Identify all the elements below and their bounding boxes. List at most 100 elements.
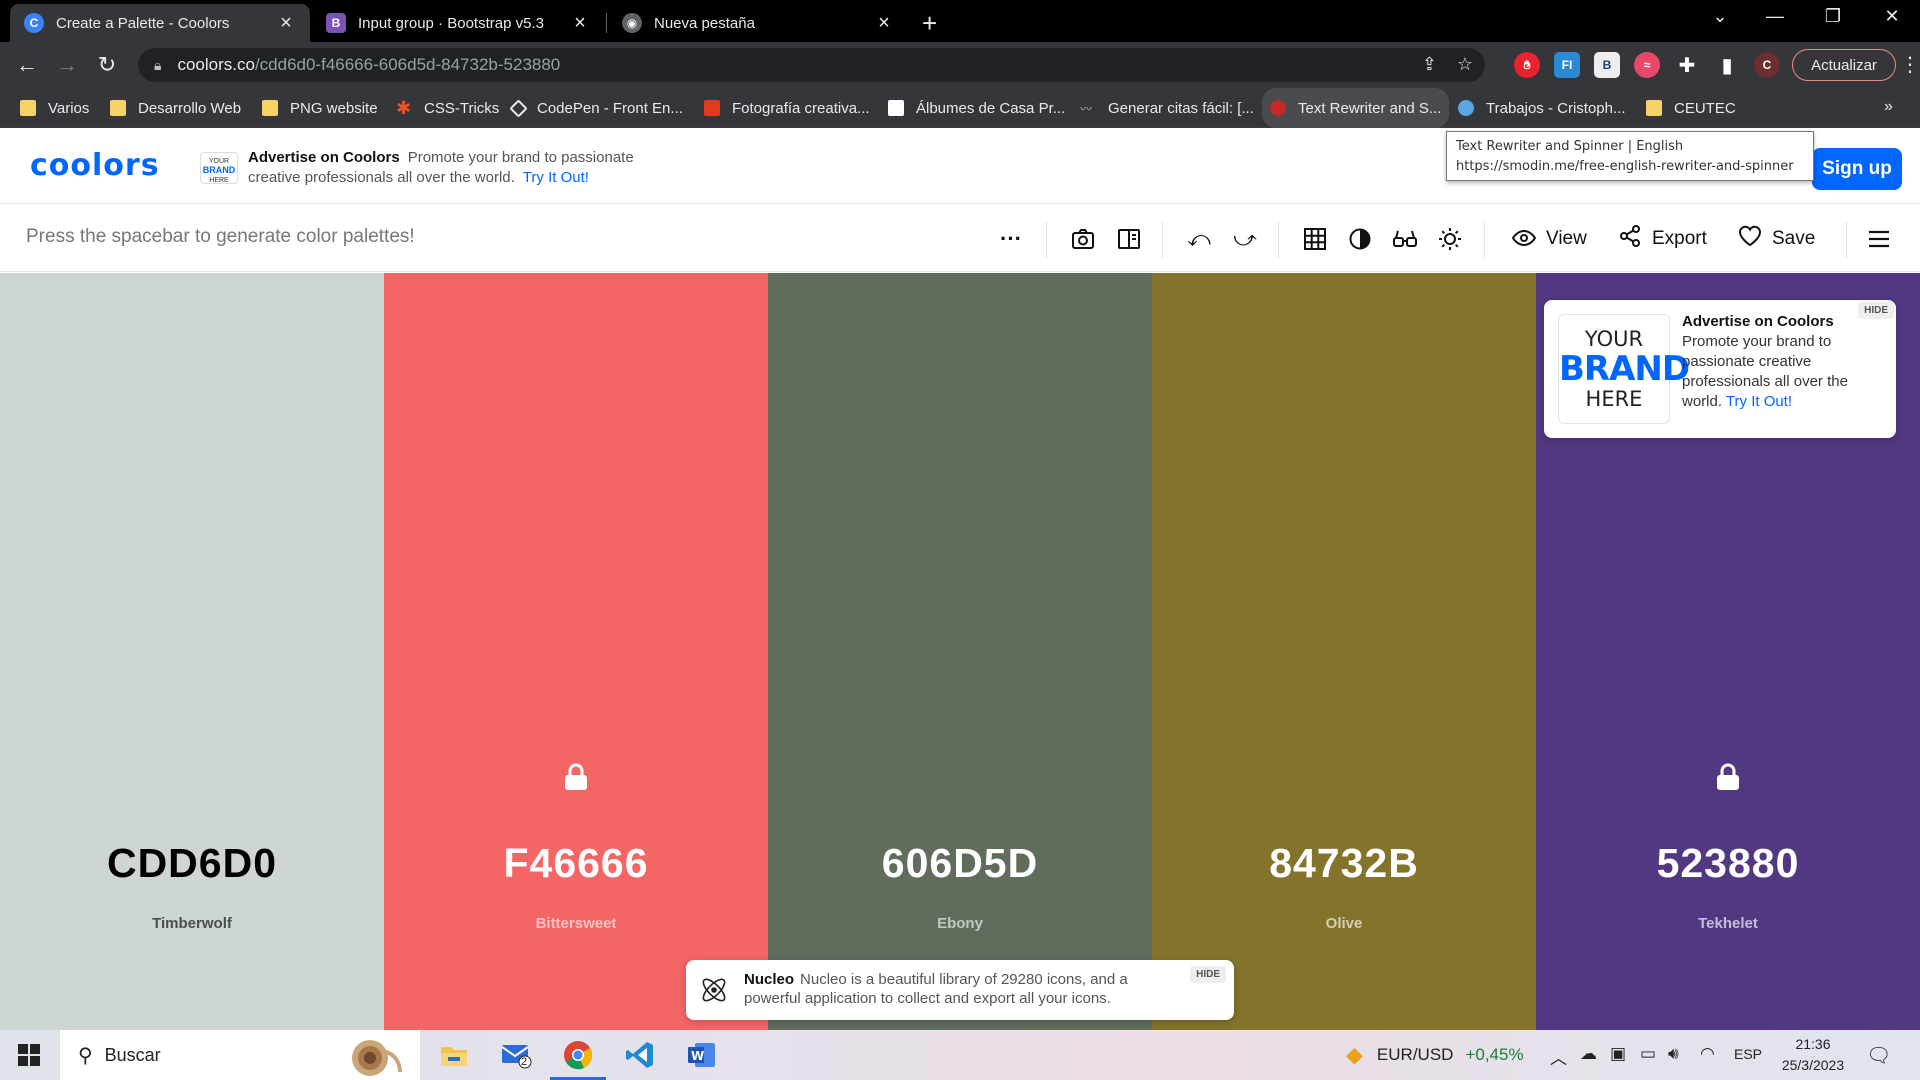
- hex-code[interactable]: F46666: [384, 840, 768, 887]
- color-name[interactable]: Tekhelet: [1536, 915, 1920, 932]
- tooltip-title: Text Rewriter and Spinner | English: [1456, 139, 1684, 154]
- word-icon[interactable]: W: [682, 1036, 722, 1074]
- compare-panel-icon[interactable]: [1114, 224, 1144, 254]
- new-tab-plus-icon[interactable]: +: [922, 8, 937, 39]
- more-options-icon[interactable]: ···: [996, 224, 1026, 254]
- taskbar-clock[interactable]: 21:36 25/3/2023: [1770, 1034, 1856, 1076]
- bookmark-text-rewriter[interactable]: Text Rewriter and S...: [1262, 88, 1450, 128]
- close-window-icon[interactable]: ✕: [1872, 6, 1912, 27]
- bookmark-label: PNG website: [290, 99, 378, 117]
- onedrive-cloud-icon[interactable]: ☁︎: [1580, 1044, 1597, 1064]
- svg-text:W: W: [691, 1049, 704, 1063]
- forward-arrow-icon[interactable]: →: [52, 50, 82, 80]
- undo-icon[interactable]: ⤺: [1184, 224, 1214, 254]
- clock-time: 21:36: [1795, 1036, 1831, 1052]
- meet-now-icon[interactable]: ▣: [1610, 1044, 1626, 1064]
- battery-icon[interactable]: ▭: [1640, 1044, 1656, 1064]
- browser-menu-icon[interactable]: ⋮: [1900, 52, 1920, 77]
- color-swatch[interactable]: 606D5D Ebony: [768, 273, 1152, 1030]
- side-panel-icon[interactable]: ▮: [1714, 52, 1740, 78]
- color-name[interactable]: Bittersweet: [384, 915, 768, 932]
- search-placeholder: Buscar: [104, 1044, 161, 1065]
- bookmark-varios[interactable]: Varios: [20, 88, 89, 128]
- hamburger-menu-icon[interactable]: [1864, 224, 1894, 254]
- lock-icon[interactable]: [1716, 763, 1740, 791]
- volume-icon[interactable]: 🔊︎: [1668, 1044, 1679, 1064]
- reload-icon[interactable]: ↻: [92, 50, 122, 80]
- bookmark-fotografia[interactable]: Fotografía creativa...: [704, 88, 870, 128]
- save-button[interactable]: Save: [1738, 224, 1815, 254]
- bookmark-albumes[interactable]: Álbumes de Casa Pr...: [888, 88, 1065, 128]
- tray-chevron-up-icon[interactable]: ︿: [1550, 1044, 1567, 1069]
- notification-center-icon[interactable]: 🗨︎: [1866, 1043, 1891, 1068]
- hex-code[interactable]: 84732B: [1152, 840, 1536, 887]
- restore-icon[interactable]: ❐: [1813, 6, 1853, 27]
- color-swatch[interactable]: F46666 Bittersweet: [384, 273, 768, 1030]
- color-name[interactable]: Timberwolf: [0, 915, 384, 932]
- hex-code[interactable]: 606D5D: [768, 840, 1152, 887]
- contrast-icon[interactable]: [1345, 224, 1375, 254]
- color-swatch[interactable]: CDD6D0 Timberwolf: [0, 273, 384, 1030]
- mail-icon[interactable]: 2: [496, 1036, 536, 1074]
- color-name[interactable]: Ebony: [768, 915, 1152, 932]
- chrome-icon[interactable]: [550, 1036, 606, 1080]
- export-button[interactable]: Export: [1618, 224, 1707, 254]
- lock-icon[interactable]: [564, 763, 588, 791]
- close-tab-icon[interactable]: ×: [276, 12, 296, 35]
- tab-new-tab[interactable]: ◉ Nueva pestaña ×: [608, 4, 908, 42]
- color-swatch[interactable]: 84732B Olive: [1152, 273, 1536, 1030]
- bookmark-star-icon[interactable]: ☆: [1457, 54, 1473, 75]
- close-tab-icon[interactable]: ×: [874, 12, 894, 35]
- tab-search-chevron-icon[interactable]: ⌄: [1700, 6, 1740, 27]
- extension-stop-icon[interactable]: ✋︎: [1514, 52, 1540, 78]
- nucleo-heading[interactable]: Nucleo: [744, 971, 794, 988]
- color-name[interactable]: Olive: [1152, 915, 1536, 932]
- coolors-logo[interactable]: coolors: [30, 148, 160, 183]
- brand-logo-here: HERE: [209, 177, 229, 184]
- update-button[interactable]: Actualizar: [1792, 49, 1896, 81]
- bookmark-trabajos[interactable]: Trabajos - Cristoph...: [1458, 88, 1626, 128]
- vscode-icon[interactable]: [620, 1036, 660, 1074]
- bookmark-ceutec[interactable]: CEUTEC: [1646, 88, 1736, 128]
- minimize-icon[interactable]: —: [1755, 6, 1795, 27]
- tab-coolors[interactable]: C Create a Palette - Coolors ×: [10, 4, 310, 42]
- camera-icon[interactable]: [1068, 224, 1098, 254]
- sign-up-button[interactable]: Sign up: [1812, 148, 1902, 190]
- extension-b-icon[interactable]: B: [1594, 52, 1620, 78]
- glasses-icon[interactable]: [1390, 224, 1420, 254]
- header-ad-link[interactable]: Try It Out!: [523, 169, 589, 186]
- windows-start-icon[interactable]: [18, 1044, 40, 1066]
- share-icon[interactable]: ⇪: [1422, 54, 1437, 75]
- extensions-puzzle-icon[interactable]: ✚: [1674, 52, 1700, 78]
- bookmark-css-tricks[interactable]: ✱ CSS-Tricks: [396, 88, 499, 128]
- tab-bootstrap[interactable]: B Input group · Bootstrap v5.3 ×: [312, 4, 604, 42]
- extension-fi-icon[interactable]: FI: [1554, 52, 1580, 78]
- back-arrow-icon[interactable]: ←: [12, 50, 42, 80]
- address-bar[interactable]: 🔒︎ coolors.co/cdd6d0-f46666-606d5d-84732…: [138, 48, 1485, 82]
- grid-icon[interactable]: [1300, 224, 1330, 254]
- brand-logo-brand: BRAND: [202, 165, 236, 175]
- bookmark-generar-citas[interactable]: 〰 Generar citas fácil: [...: [1080, 88, 1254, 128]
- bookmarks-overflow-icon[interactable]: »: [1884, 98, 1893, 116]
- hide-nucleo-button[interactable]: HIDE: [1190, 966, 1226, 983]
- hide-ad-button[interactable]: HIDE: [1858, 302, 1894, 319]
- hex-code[interactable]: CDD6D0: [0, 840, 384, 887]
- currency-ticker[interactable]: ◆ EUR/USD +0,45%: [1346, 1030, 1524, 1080]
- close-tab-icon[interactable]: ×: [570, 12, 590, 35]
- extension-pink-icon[interactable]: ≈: [1634, 52, 1660, 78]
- brightness-icon[interactable]: [1435, 224, 1465, 254]
- taskbar-search[interactable]: ⚲ Buscar: [60, 1030, 420, 1080]
- ad-card-link[interactable]: Try It Out!: [1726, 393, 1792, 410]
- language-indicator[interactable]: ESP: [1734, 1046, 1762, 1062]
- wifi-icon[interactable]: ◠: [1700, 1044, 1715, 1064]
- bookmark-codepen[interactable]: CodePen - Front En...: [509, 88, 683, 128]
- bookmark-png-website[interactable]: PNG website: [262, 88, 378, 128]
- redo-icon[interactable]: ⤻: [1230, 224, 1260, 254]
- profile-avatar[interactable]: C: [1754, 52, 1780, 78]
- brand-here-logo[interactable]: YOUR BRAND HERE: [1558, 314, 1690, 424]
- view-button[interactable]: View: [1511, 224, 1587, 254]
- hex-code[interactable]: 523880: [1536, 840, 1920, 887]
- file-explorer-icon[interactable]: [434, 1036, 474, 1074]
- brand-here-logo[interactable]: YOUR BRAND HERE: [200, 152, 238, 184]
- bookmark-desarrollo-web[interactable]: Desarrollo Web: [110, 88, 241, 128]
